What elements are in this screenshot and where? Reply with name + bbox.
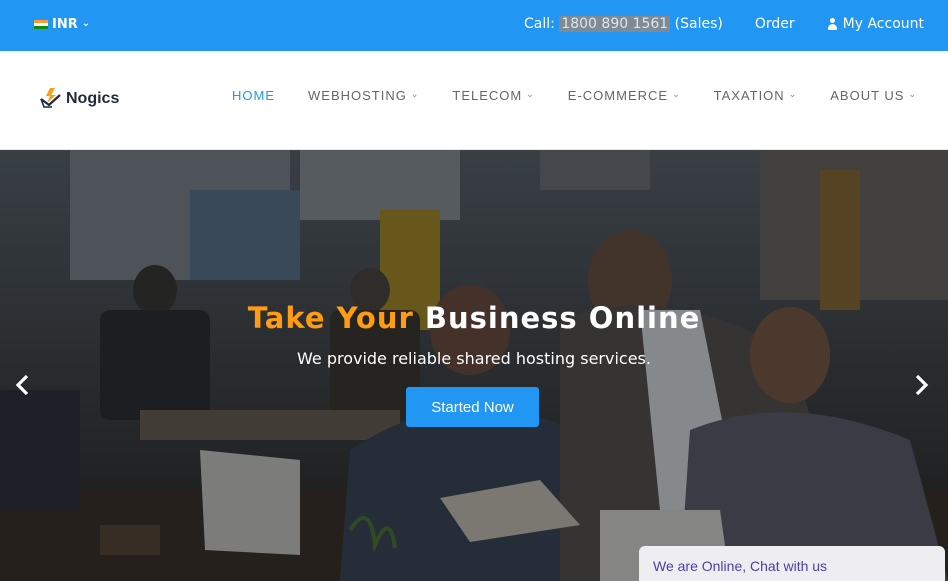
nav-ecommerce[interactable]: E-COMMERCE ⌄ [568,88,681,103]
nav-ecommerce-label: E-COMMERCE [567,88,669,103]
currency-selector[interactable]: INR ⌄ [34,17,90,32]
brand-logo[interactable]: Nogics [38,85,119,109]
india-flag-icon [34,19,48,30]
nav-telecom[interactable]: TELECOM ⌄ [452,88,534,103]
nav-webhosting-label: WEBHOSTING [308,88,407,103]
my-account-link[interactable]: My Account [827,16,924,32]
user-icon [827,18,838,30]
top-bar: INR ⌄ Call: 1800 890 1561 (Sales) Order … [0,0,948,51]
order-link[interactable]: Order [755,16,795,32]
currency-label: INR [52,17,78,32]
call-label: Call: [524,16,555,32]
chevron-down-icon: ⌄ [908,89,917,99]
nav-webhosting[interactable]: WEBHOSTING ⌄ [308,88,419,103]
primary-menu: HOME WEBHOSTING ⌄ TELECOM ⌄ E-COMMERCE ⌄ TA… [232,88,948,103]
chevron-down-icon: ⌄ [81,18,91,29]
hero-headline-accent: Take Your [247,301,414,335]
brand-name: Nogics [66,90,120,107]
slider-next-icon[interactable] [912,373,930,397]
main-navbar: Nogics HOME WEBHOSTING ⌄ TELECOM ⌄ E-COMME… [0,51,948,150]
nav-home[interactable]: HOME [232,88,275,103]
chevron-down-icon: ⌄ [672,89,681,99]
hero-headline: Take Your Business Online [0,301,948,335]
hero-headline-main: Business Online [424,301,701,335]
top-links: Call: 1800 890 1561 (Sales) Order My Acc… [524,16,924,32]
phone-number: 1800 890 1561 [559,16,671,32]
my-account-label: My Account [842,16,924,32]
chevron-down-icon: ⌄ [410,89,420,99]
sales-label: (Sales) [674,16,723,32]
chevron-down-icon: ⌄ [788,89,798,99]
nav-about-us-label: ABOUT US [830,88,905,103]
live-chat-widget[interactable]: We are Online, Chat with us [639,546,945,581]
chat-label: We are Online, Chat with us [653,558,828,574]
sales-phone[interactable]: Call: 1800 890 1561 (Sales) [524,16,723,32]
logo-icon [40,88,61,108]
nav-taxation[interactable]: TAXATION ⌄ [714,88,798,103]
nav-telecom-label: TELECOM [452,88,523,103]
hero-subline: We provide reliable shared hosting servi… [297,349,651,368]
nav-about-us[interactable]: ABOUT US ⌄ [830,88,917,103]
started-now-button[interactable]: Started Now [406,387,539,427]
slider-prev-icon[interactable] [14,373,32,397]
chevron-down-icon: ⌄ [526,89,535,99]
nav-taxation-label: TAXATION [713,88,785,103]
nav-home-label: HOME [232,88,275,103]
hero-slider: Take Your Business Online We provide rel… [0,150,948,581]
